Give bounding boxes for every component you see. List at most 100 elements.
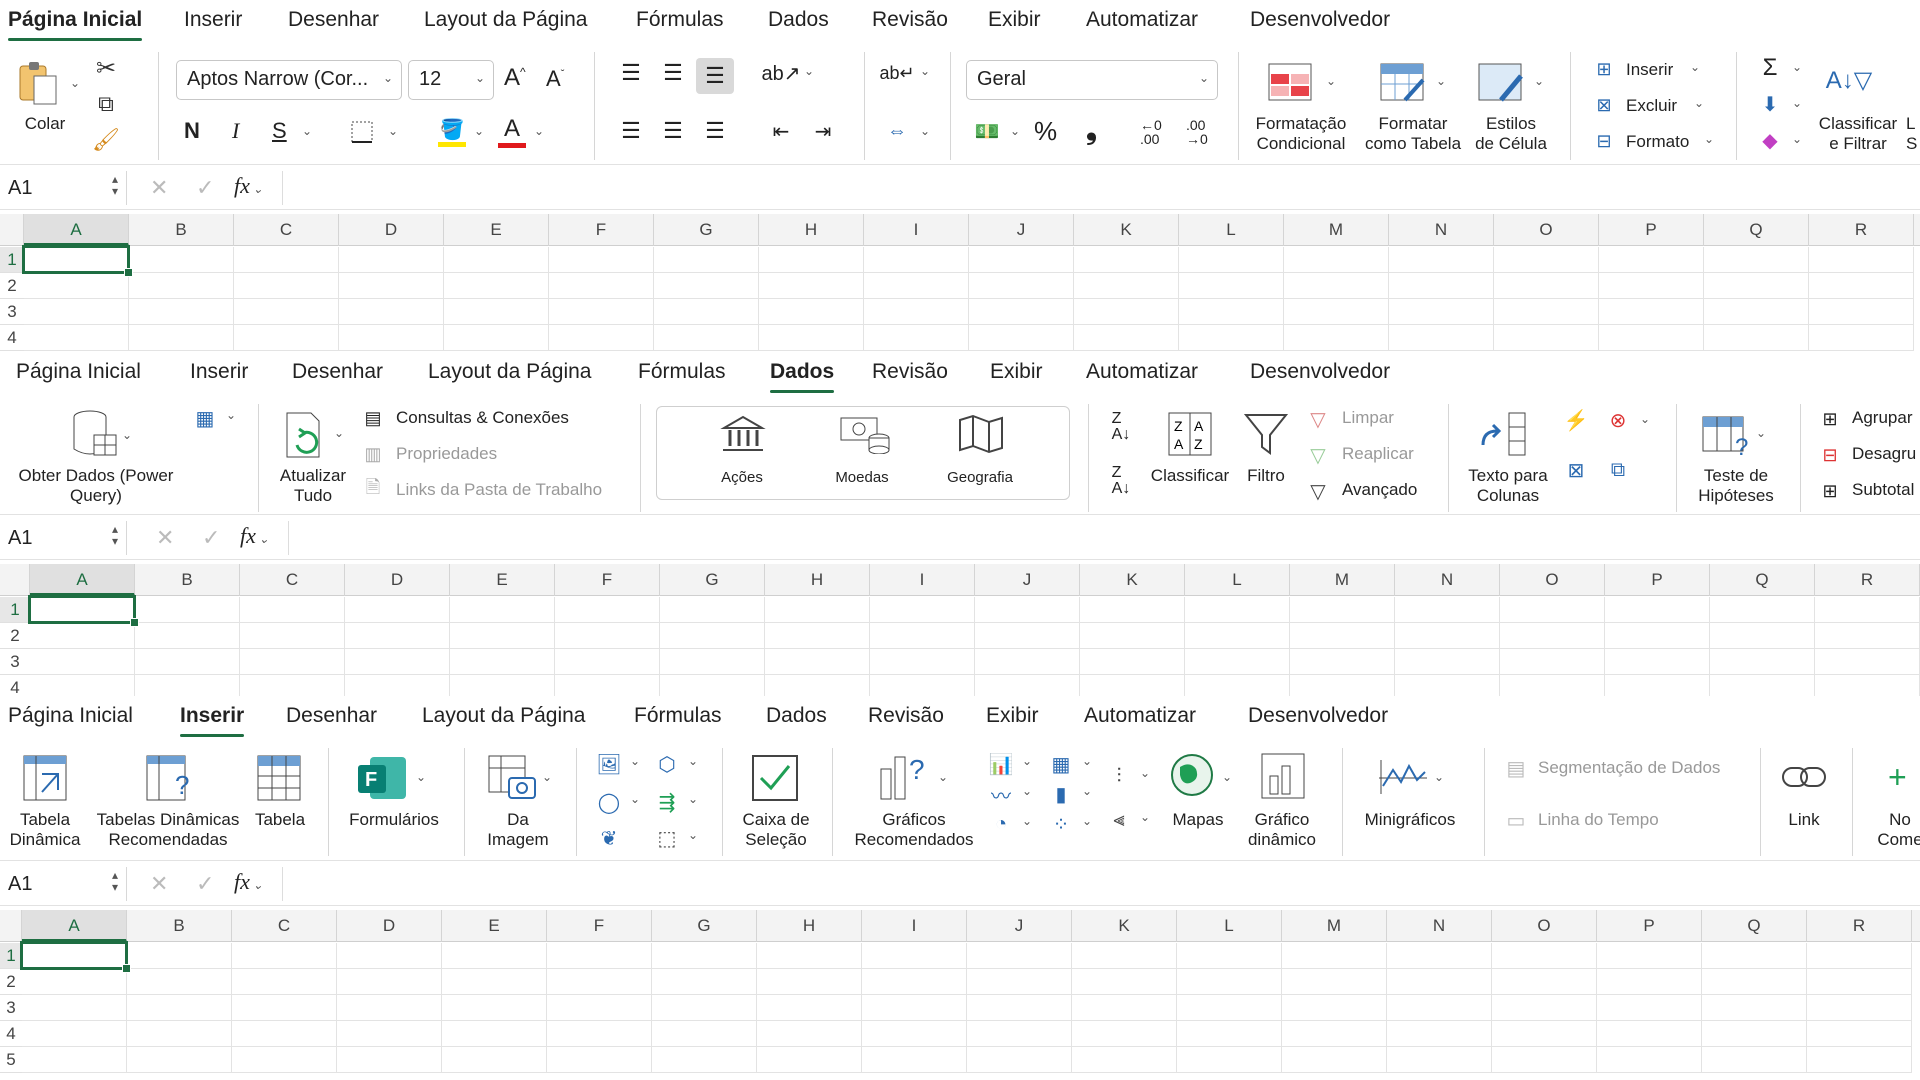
cell-r4[interactable] — [1807, 1021, 1912, 1047]
column-header-r[interactable]: R — [1807, 910, 1912, 942]
column-header-q[interactable]: Q — [1702, 910, 1807, 942]
cell-n2[interactable] — [1395, 623, 1500, 649]
scatter-chart-icon[interactable]: ⁘ — [1046, 810, 1076, 838]
tab-dados[interactable]: Dados — [770, 360, 835, 393]
cell-o5[interactable] — [1492, 1047, 1597, 1073]
cell-k1[interactable] — [1074, 247, 1179, 273]
forms-icon[interactable]: F — [354, 752, 410, 804]
tab-exibir[interactable]: Exibir — [988, 8, 1041, 32]
chevron-down-icon[interactable]: ⌄ — [1690, 60, 1700, 74]
screenshot-icon[interactable]: ⬚ — [652, 824, 682, 852]
cell-j1[interactable] — [969, 247, 1074, 273]
cell-a4[interactable] — [24, 325, 129, 351]
cell-g4[interactable] — [652, 1021, 757, 1047]
cell-h3[interactable] — [765, 649, 870, 675]
chevron-down-icon[interactable]: ⌄ — [1436, 74, 1446, 88]
comma-style-icon[interactable]: ❟ — [1086, 114, 1097, 147]
cell-g1[interactable] — [654, 247, 759, 273]
cell-n3[interactable] — [1387, 995, 1492, 1021]
stocks-icon[interactable] — [718, 412, 768, 456]
chevron-down-icon[interactable]: ⌄ — [1222, 770, 1232, 784]
advanced-filter-icon[interactable]: ▽ — [1304, 478, 1332, 504]
cell-h4[interactable] — [757, 1021, 862, 1047]
line-chart-icon[interactable]: 〰 — [986, 780, 1016, 808]
cell-q1[interactable] — [1704, 247, 1809, 273]
queries-connections-button[interactable]: Consultas & Conexões — [396, 408, 569, 428]
increase-decimal-icon[interactable]: ←0.00 — [1140, 118, 1162, 146]
column-header-a[interactable]: A — [24, 214, 129, 246]
currency-icon[interactable]: 💵 — [970, 116, 1004, 146]
cell-n1[interactable] — [1387, 943, 1492, 969]
cell-e3[interactable] — [442, 995, 547, 1021]
cell-d1[interactable] — [337, 943, 442, 969]
waterfall-chart-icon[interactable]: ⫶ — [1104, 762, 1134, 790]
cell-h3[interactable] — [759, 299, 864, 325]
column-header-a[interactable]: A — [30, 564, 135, 596]
cell-k4[interactable] — [1074, 325, 1179, 351]
cell-j3[interactable] — [969, 299, 1074, 325]
cell-f4[interactable] — [547, 1021, 652, 1047]
tab-automatizar[interactable]: Automatizar — [1086, 8, 1198, 32]
cell-n3[interactable] — [1395, 649, 1500, 675]
column-header-q[interactable]: Q — [1710, 564, 1815, 596]
cell-m2[interactable] — [1290, 623, 1395, 649]
cell-c2[interactable] — [232, 969, 337, 995]
decrease-decimal-icon[interactable]: .00 →0 — [1186, 118, 1208, 146]
cell-a2[interactable] — [30, 623, 135, 649]
column-header-m[interactable]: M — [1282, 910, 1387, 942]
cell-d5[interactable] — [337, 1047, 442, 1073]
cell-l3[interactable] — [1177, 995, 1282, 1021]
enter-icon[interactable]: ✓ — [196, 871, 214, 897]
paste-button[interactable] — [14, 58, 62, 106]
cell-f2[interactable] — [547, 969, 652, 995]
chevron-down-icon[interactable]: ⌄ — [122, 428, 132, 442]
get-data-icon[interactable] — [66, 408, 120, 460]
chevron-down-icon[interactable]: ⌄ — [688, 792, 698, 806]
subtotal-button[interactable]: Subtotal — [1852, 480, 1914, 500]
cell-r1[interactable] — [1809, 247, 1914, 273]
column-header-n[interactable]: N — [1389, 214, 1494, 246]
column-header-o[interactable]: O — [1494, 214, 1599, 246]
cell-r3[interactable] — [1807, 995, 1912, 1021]
refresh-all-icon[interactable] — [280, 410, 332, 460]
merge-center-icon[interactable]: ⇔ — [880, 116, 914, 146]
cell-d2[interactable] — [345, 623, 450, 649]
maps-icon[interactable] — [1168, 750, 1218, 802]
tab-layout-da-pagina[interactable]: Layout da Página — [428, 360, 591, 384]
chevron-down-icon[interactable]: ⌄ — [938, 770, 948, 784]
chevron-down-icon[interactable]: ⌄ — [1082, 784, 1092, 798]
cell-i3[interactable] — [864, 299, 969, 325]
pie-chart-icon[interactable]: ◔ — [986, 810, 1016, 838]
cell-i1[interactable] — [870, 597, 975, 623]
tab-dados[interactable]: Dados — [768, 8, 829, 32]
cell-p4[interactable] — [1597, 1021, 1702, 1047]
cell-j4[interactable] — [969, 325, 1074, 351]
cell-b1[interactable] — [127, 943, 232, 969]
column-chart-icon[interactable]: 📊 — [986, 750, 1016, 778]
column-header-i[interactable]: I — [864, 214, 969, 246]
cell-o1[interactable] — [1500, 597, 1605, 623]
cell-c1[interactable] — [234, 247, 339, 273]
insert-cells-icon[interactable]: ⊞ — [1590, 56, 1618, 82]
cell-k2[interactable] — [1072, 969, 1177, 995]
cell-b2[interactable] — [127, 969, 232, 995]
cell-k1[interactable] — [1072, 943, 1177, 969]
tab-pagina-inicial[interactable]: Página Inicial — [8, 704, 133, 728]
cell-b4[interactable] — [129, 325, 234, 351]
cell-c2[interactable] — [240, 623, 345, 649]
tab-layout-da-pagina[interactable]: Layout da Página — [424, 8, 587, 32]
reapply-button[interactable]: Reaplicar — [1342, 444, 1414, 464]
name-box[interactable]: A1 ▴ ▾ — [0, 521, 127, 555]
data-from-picture-icon[interactable]: ▦ — [190, 404, 220, 432]
cell-e3[interactable] — [450, 649, 555, 675]
filter-icon[interactable] — [1242, 410, 1290, 458]
chevron-down-icon[interactable]: ⌄ — [1082, 814, 1092, 828]
cell-q2[interactable] — [1704, 273, 1809, 299]
checkbox-icon[interactable] — [750, 752, 800, 804]
font-color-icon[interactable]: A — [496, 112, 528, 150]
cell-l4[interactable] — [1185, 675, 1290, 696]
conditional-formatting-icon[interactable] — [1266, 60, 1314, 104]
column-header-g[interactable]: G — [654, 214, 759, 246]
cell-q4[interactable] — [1702, 1021, 1807, 1047]
cell-f2[interactable] — [555, 623, 660, 649]
